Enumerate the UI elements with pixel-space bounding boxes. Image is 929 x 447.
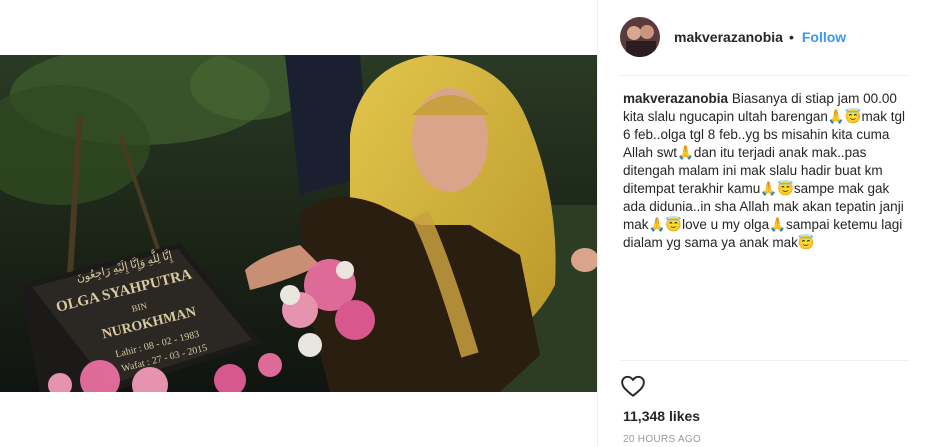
post-photo[interactable]: إِنَّا لِلَّٰهِ وَإِنَّا إِلَيْهِ رَاجِع… <box>0 55 597 392</box>
caption-text: Biasanya di stiap jam 00.00 kita slalu n… <box>623 91 906 250</box>
post-details-panel: makverazanobia • Follow makverazanobia B… <box>597 0 929 447</box>
actions-divider <box>620 360 909 361</box>
post-header: makverazanobia • Follow <box>620 14 910 60</box>
username-link[interactable]: makverazanobia <box>674 29 783 45</box>
separator-dot: • <box>788 29 794 45</box>
post-media-panel: إِنَّا لِلَّٰهِ وَإِنَّا إِلَيْهِ رَاجِع… <box>0 0 597 447</box>
heart-outline-icon[interactable] <box>620 373 646 399</box>
likes-count[interactable]: 11,348 likes <box>623 408 700 424</box>
post-photo-image: إِنَّا لِلَّٰهِ وَإِنَّا إِلَيْهِ رَاجِع… <box>0 55 597 392</box>
header-divider <box>620 75 909 76</box>
caption-username[interactable]: makverazanobia <box>623 91 728 106</box>
post-timestamp: 20 HOURS AGO <box>623 434 702 445</box>
post-caption: makverazanobia Biasanya di stiap jam 00.… <box>623 90 913 252</box>
follow-button[interactable]: Follow <box>802 29 846 45</box>
profile-avatar[interactable] <box>620 17 660 57</box>
